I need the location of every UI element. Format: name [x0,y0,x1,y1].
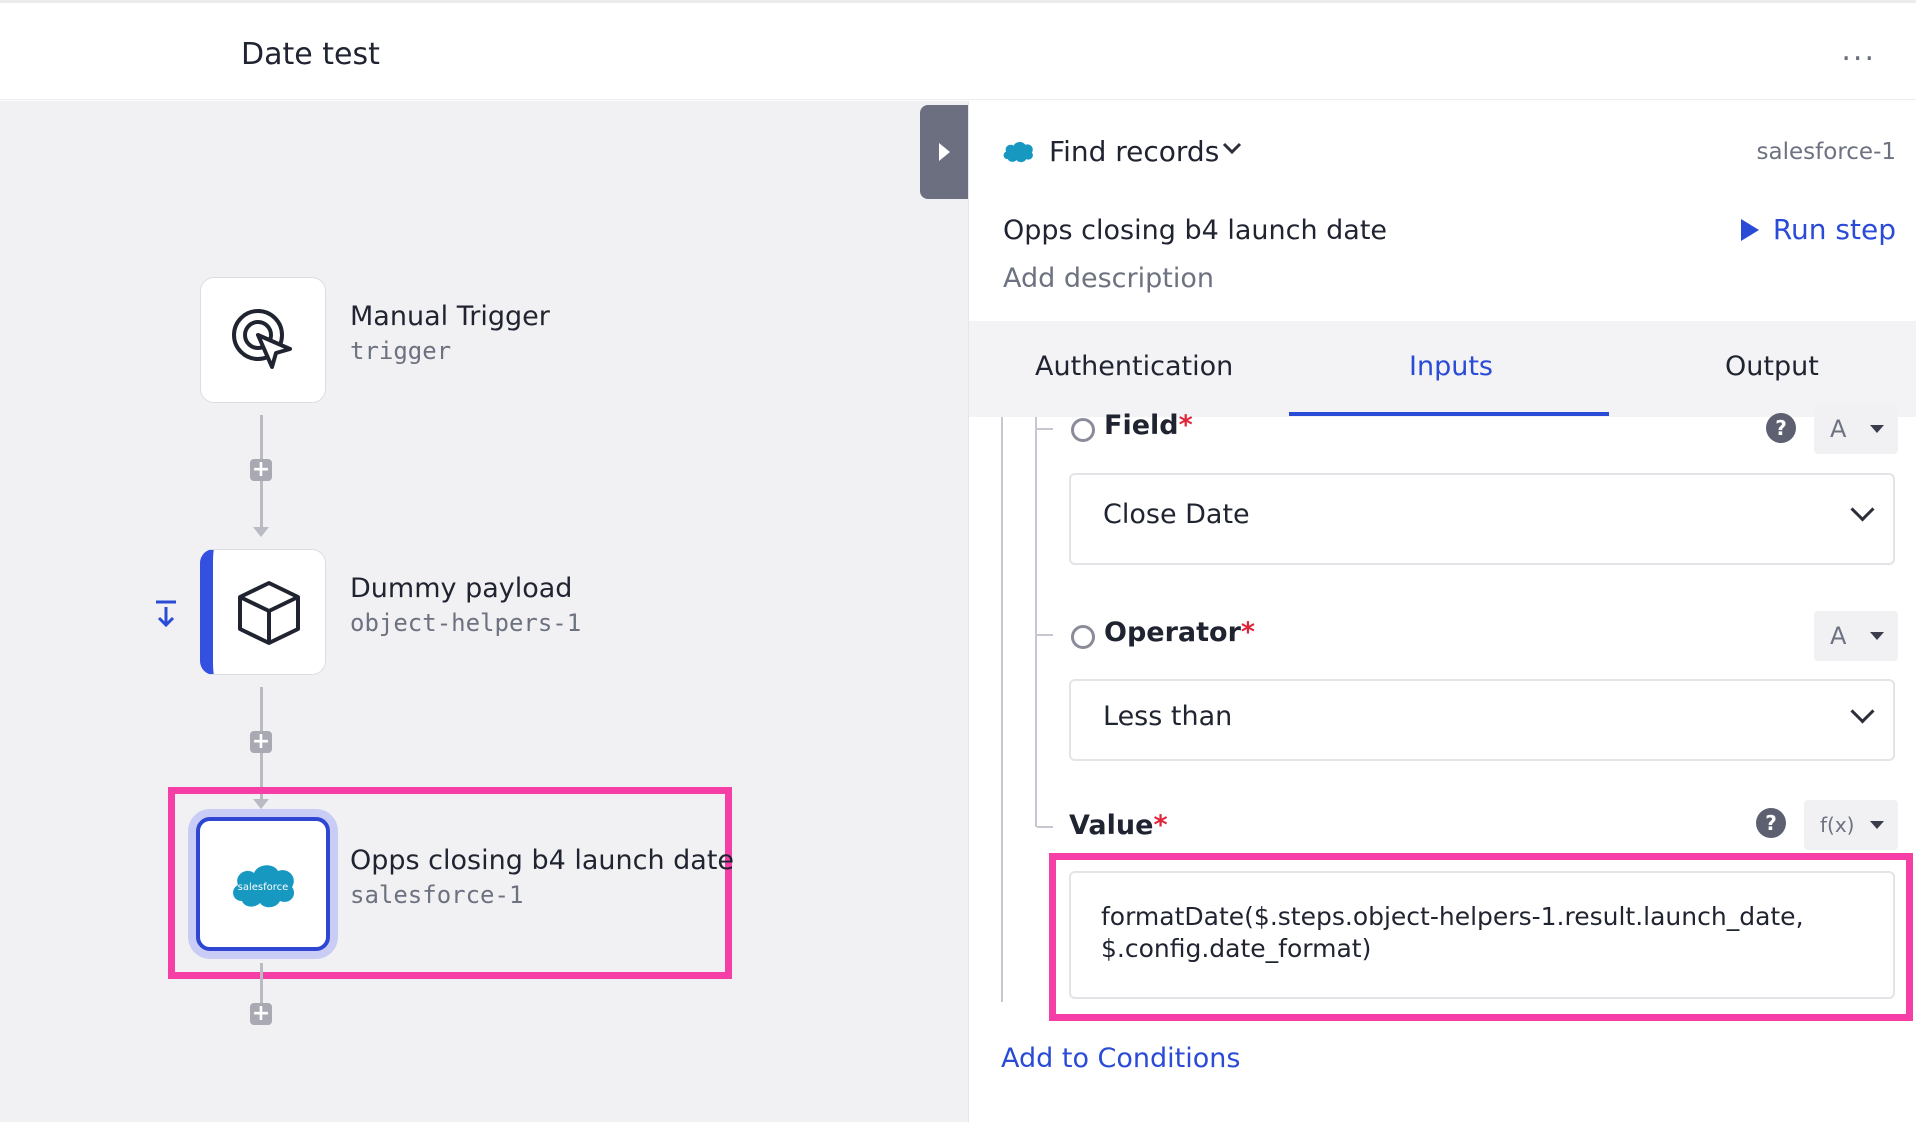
operator-select-value: Less than [1103,701,1233,732]
cube-icon [238,581,300,645]
add-to-conditions-link[interactable]: Add to Conditions [1001,1043,1240,1074]
node-salesforce[interactable]: salesforce [196,817,330,951]
expression-line: $.config.date_format) [1101,934,1372,963]
field-radio[interactable] [1071,418,1095,442]
chevron-down-icon [1850,699,1875,724]
node-title: Manual Trigger [350,301,550,332]
value-expression-input[interactable]: formatDate($.steps.object-helpers-1.resu… [1069,871,1895,999]
caret-down-icon [1870,425,1884,433]
help-icon[interactable]: ? [1756,808,1786,838]
play-icon [1740,218,1759,241]
tree-line [1001,417,1003,1002]
field-select[interactable]: Close Date [1069,473,1895,565]
salesforce-logo-icon: salesforce [233,865,295,908]
tab-authentication[interactable]: Authentication [1035,351,1233,382]
tab-output[interactable]: Output [1725,351,1819,382]
step-config-panel: Find records salesforce-1 Opps closing b… [968,101,1916,1122]
cursor-click-icon [232,309,292,369]
tab-inputs[interactable]: Inputs [1409,351,1493,382]
add-step-button[interactable]: + [250,459,272,481]
caret-down-icon [1870,632,1884,640]
node-subtitle: trigger [350,337,452,365]
salesforce-icon [1001,139,1035,167]
more-options-button[interactable]: ... [1841,33,1876,68]
connector-arrow [253,527,269,537]
app-header: Date test ... [0,0,1916,100]
input-arrow-icon [154,599,178,633]
chevron-down-icon[interactable] [1221,137,1243,165]
run-step-button[interactable]: Run step [1740,213,1896,246]
add-step-button[interactable]: + [250,731,272,753]
run-step-label: Run step [1772,213,1896,246]
help-icon[interactable]: ? [1766,413,1796,443]
expression-line: formatDate($.steps.object-helpers-1.resu… [1101,902,1804,931]
node-manual-trigger[interactable] [200,277,326,403]
value-label: Value* [1069,810,1168,841]
field-label: Field* [1104,410,1193,441]
tab-bar: Authentication Inputs Output [969,321,1916,417]
operator-type-toggle[interactable]: A [1814,611,1898,661]
tree-line [1035,417,1037,827]
operator-label: Operator* [1104,617,1256,648]
caret-down-icon [1870,821,1884,829]
add-description-field[interactable]: Add description [1003,263,1214,294]
step-id: salesforce-1 [1756,139,1896,165]
node-subtitle: salesforce-1 [350,881,524,909]
tree-tick [1037,634,1053,636]
field-select-value: Close Date [1103,499,1250,530]
tree-tick [1037,428,1053,430]
node-title: Dummy payload [350,573,573,604]
connector-line [260,963,263,1003]
node-title: Opps closing b4 launch date [350,845,735,876]
value-type-toggle[interactable]: f(x) [1804,800,1898,850]
chevron-right-icon [939,143,950,161]
salesforce-logo-text: salesforce [238,882,289,893]
active-tab-indicator [1289,412,1609,416]
collapse-panel-button[interactable] [920,105,968,199]
flow-canvas[interactable]: Manual Trigger trigger + Dummy payload o… [0,101,968,1122]
chevron-down-icon [1850,497,1875,522]
action-select[interactable]: Find records [1049,135,1219,168]
step-name[interactable]: Opps closing b4 launch date [1003,215,1387,246]
add-step-button[interactable]: + [250,1003,272,1025]
flow-title[interactable]: Date test [241,37,380,72]
operator-select[interactable]: Less than [1069,679,1895,761]
node-subtitle: object-helpers-1 [350,609,582,637]
node-dummy-payload[interactable] [200,549,326,675]
tree-tick [1037,826,1053,828]
field-type-toggle[interactable]: A [1814,404,1898,454]
operator-radio[interactable] [1071,625,1095,649]
